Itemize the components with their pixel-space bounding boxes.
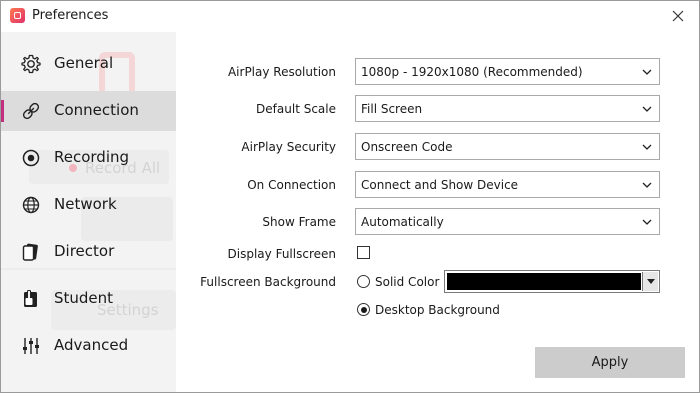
default-scale-select[interactable]: Fill Screen [355, 95, 660, 122]
sidebar-item-advanced[interactable]: Advanced [1, 326, 176, 366]
solid-color-radio[interactable] [357, 275, 370, 288]
chevron-down-icon [642, 69, 652, 75]
select-value: Connect and Show Device [361, 178, 519, 192]
color-swatch [447, 273, 641, 290]
default-scale-label: Default Scale [256, 102, 336, 116]
apply-button[interactable]: Apply [535, 347, 685, 378]
sidebar-item-label: Advanced [54, 336, 129, 354]
airplay-security-label: AirPlay Security [241, 140, 336, 154]
student-icon [20, 288, 42, 310]
dropdown-triangle-icon [646, 278, 655, 284]
app-logo-icon [10, 8, 25, 23]
desktop-background-radio[interactable] [357, 303, 370, 316]
show-frame-label: Show Frame [262, 215, 336, 229]
select-value: Automatically [361, 215, 444, 229]
chevron-down-icon [642, 144, 652, 150]
select-value: 1080p - 1920x1080 (Recommended) [361, 65, 583, 79]
sliders-icon [20, 335, 42, 357]
sidebar: Record All Settings General Connection R… [1, 32, 176, 392]
sidebar-item-label: Network [54, 195, 117, 213]
title-bar: Preferences [1, 1, 699, 31]
display-fullscreen-checkbox[interactable] [357, 246, 370, 259]
close-icon [672, 10, 684, 22]
close-button[interactable] [665, 5, 691, 27]
solid-color-label: Solid Color [375, 275, 440, 289]
color-dropdown-button[interactable] [642, 272, 658, 291]
select-value: Onscreen Code [361, 140, 453, 154]
fullscreen-background-label: Fullscreen Background [200, 275, 336, 289]
airplay-resolution-label: AirPlay Resolution [227, 65, 336, 79]
chevron-down-icon [642, 106, 652, 112]
on-connection-select[interactable]: Connect and Show Device [355, 171, 660, 198]
preferences-window: Preferences Record All Settings General … [0, 0, 700, 393]
solid-color-picker[interactable] [444, 270, 660, 293]
window-title: Preferences [32, 8, 109, 23]
on-connection-label: On Connection [247, 178, 336, 192]
sidebar-item-label: Student [54, 289, 114, 307]
chevron-down-icon [642, 182, 652, 188]
display-fullscreen-label: Display Fullscreen [227, 247, 336, 261]
globe-icon [20, 194, 42, 216]
desktop-background-label: Desktop Background [375, 303, 500, 317]
select-value: Fill Screen [361, 102, 423, 116]
airplay-security-select[interactable]: Onscreen Code [355, 133, 660, 160]
chevron-down-icon [642, 219, 652, 225]
airplay-resolution-select[interactable]: 1080p - 1920x1080 (Recommended) [355, 58, 660, 85]
show-frame-select[interactable]: Automatically [355, 208, 660, 235]
